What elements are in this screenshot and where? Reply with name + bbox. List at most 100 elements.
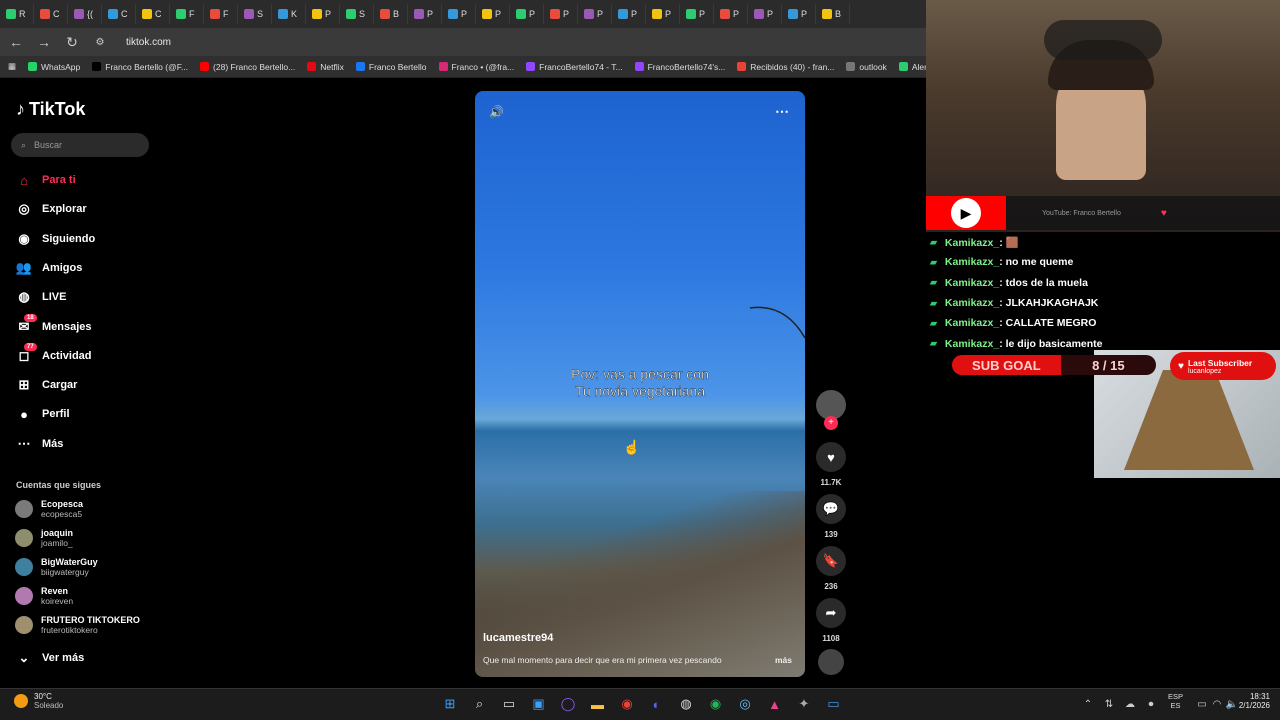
browser-tab[interactable]: C <box>34 4 68 24</box>
following-item[interactable]: FRUTERO TIKTOKERO fruterotiktokero <box>15 615 140 635</box>
bookmark-item[interactable]: Aler <box>898 62 926 72</box>
browser-tab[interactable]: P <box>544 4 578 24</box>
music-disc-icon[interactable] <box>818 649 844 675</box>
bookmark-item[interactable]: Netflix <box>307 62 344 72</box>
volume-icon[interactable]: 🔊 <box>489 105 504 119</box>
browser-tab[interactable]: P <box>408 4 442 24</box>
language-indicator[interactable]: ESP ES <box>1168 692 1183 710</box>
see-more-button[interactable]: ⌄ Ver más <box>16 650 85 666</box>
github-icon[interactable]: ◍ <box>676 694 696 714</box>
sidebar-item-live[interactable]: ◍ LIVE <box>16 289 66 305</box>
bookmark-favicon-icon <box>438 62 448 71</box>
author-avatar[interactable]: + <box>816 390 846 430</box>
store-icon[interactable]: ▣ <box>529 694 549 714</box>
bookmark-item[interactable]: Recibidos (40) - fran... <box>737 62 834 72</box>
browser-tab[interactable]: C <box>102 4 136 24</box>
mic-icon[interactable]: ⏺ <box>1141 694 1161 714</box>
reload-icon[interactable]: ↻ <box>64 34 80 51</box>
share-icon[interactable]: ➦ <box>816 598 846 628</box>
music-disc[interactable] <box>816 649 846 675</box>
address-bar[interactable]: tiktok.com <box>126 37 171 48</box>
notification-badge: 18 <box>24 313 37 322</box>
following-item[interactable]: Reven koireven <box>15 586 73 606</box>
following-item[interactable]: joaquin joamilo_ <box>15 528 73 548</box>
bookmark-icon[interactable]: 🔖 <box>816 546 846 576</box>
browser-tab[interactable]: K <box>272 4 306 24</box>
following-item[interactable]: Ecopesca ecopesca5 <box>15 499 83 519</box>
description-more-link[interactable]: más <box>775 655 792 665</box>
browser-tab[interactable]: R <box>0 4 34 24</box>
browser-tab[interactable]: {( <box>68 4 102 24</box>
app-icon[interactable]: ◯ <box>558 694 578 714</box>
sidebar-item-actividad[interactable]: ◻ 77 Actividad <box>16 342 92 364</box>
browser-tab[interactable]: B <box>816 4 850 24</box>
bookmark-item[interactable]: Franco Bertello <box>355 62 427 72</box>
tab-favicon-icon <box>142 9 152 19</box>
task-view-icon[interactable]: ▭ <box>499 694 519 714</box>
video-player[interactable]: 🔊 ⋯ Pov: vas a pescar con Tu novia veget… <box>475 91 805 677</box>
comment-icon[interactable]: 💬 <box>816 494 846 524</box>
bookmark-item[interactable]: FrancoBertello74's... <box>634 62 725 72</box>
app3-icon[interactable]: ✦ <box>794 694 814 714</box>
folder-icon[interactable]: ▬ <box>588 694 608 714</box>
browser-tab[interactable]: S <box>340 4 374 24</box>
heart-icon: ♥ <box>1178 360 1184 372</box>
browser-tab[interactable]: S <box>238 4 272 24</box>
discord-icon[interactable]: ◐ <box>647 694 667 714</box>
follow-plus-icon[interactable]: + <box>824 416 838 430</box>
weather-widget[interactable]: 30°C Soleado <box>14 692 63 710</box>
bookmark-favicon-icon <box>307 62 317 71</box>
search-icon[interactable]: ⌕ <box>470 694 490 714</box>
browser-tab[interactable]: P <box>612 4 646 24</box>
network-icon[interactable]: ⇅ <box>1099 694 1119 714</box>
chevron-up-icon[interactable]: ⌃ <box>1078 694 1098 714</box>
bookmark-item[interactable]: Franco • (@fra... <box>438 62 514 72</box>
app4-icon[interactable]: ▭ <box>824 694 844 714</box>
sidebar-item-amigos[interactable]: 👥 Amigos <box>16 260 82 276</box>
bookmark-item[interactable]: outlook <box>846 62 887 72</box>
browser-tab[interactable]: C <box>136 4 170 24</box>
site-info-icon[interactable]: ⚙ <box>92 37 108 48</box>
browser-tab[interactable]: P <box>442 4 476 24</box>
video-username[interactable]: lucamestre94 <box>483 632 553 644</box>
spotify-icon[interactable]: ◉ <box>706 694 726 714</box>
chrome-icon[interactable]: ◉ <box>617 694 637 714</box>
apps-icon[interactable]: ▦ <box>8 61 16 72</box>
search-input[interactable]: ⌕ Buscar <box>11 133 149 157</box>
following-item[interactable]: BigWaterGuy biigwaterguy <box>15 557 98 577</box>
sidebar-item-más[interactable]: ⋯ Más <box>16 436 64 452</box>
steam-icon[interactable]: ◎ <box>735 694 755 714</box>
browser-tab[interactable]: P <box>306 4 340 24</box>
app2-icon[interactable]: ▲ <box>765 694 785 714</box>
bookmark-item[interactable]: (28) Franco Bertello... <box>200 62 295 72</box>
bookmark-item[interactable]: Franco Bertello (@F... <box>92 62 188 72</box>
browser-tab[interactable]: B <box>374 4 408 24</box>
sidebar-item-explorar[interactable]: ◎ Explorar <box>16 201 86 217</box>
sidebar-item-siguiendo[interactable]: ◉ Siguiendo <box>16 231 95 247</box>
windows-icon[interactable]: ⊞ <box>440 694 460 714</box>
browser-tab[interactable]: P <box>646 4 680 24</box>
cloud-icon[interactable]: ☁ <box>1120 694 1140 714</box>
bookmark-item[interactable]: WhatsApp <box>28 62 80 72</box>
browser-tab[interactable]: P <box>476 4 510 24</box>
browser-tab[interactable]: P <box>510 4 544 24</box>
bookmark-item[interactable]: FrancoBertello74 - T... <box>526 62 623 72</box>
sidebar-item-para-ti[interactable]: ⌂ Para ti <box>16 172 76 188</box>
browser-tab[interactable]: F <box>204 4 238 24</box>
sidebar-item-cargar[interactable]: ⊞ Cargar <box>16 377 78 393</box>
heart-icon[interactable]: ♥ <box>816 442 846 472</box>
browser-tab[interactable]: P <box>714 4 748 24</box>
browser-tab[interactable]: P <box>748 4 782 24</box>
browser-tab[interactable]: P <box>578 4 612 24</box>
tiktok-logo[interactable]: ♪ TikTok <box>16 99 85 120</box>
browser-tab[interactable]: P <box>680 4 714 24</box>
sidebar-item-mensajes[interactable]: ✉ 18 Mensajes <box>16 313 92 335</box>
video-caption: Pov: vas a pescar con Tu novia vegetaria… <box>571 366 709 399</box>
more-options-icon[interactable]: ⋯ <box>775 103 789 120</box>
forward-icon[interactable]: → <box>36 34 52 50</box>
clock[interactable]: 18:31 2/1/2026 <box>1230 692 1270 710</box>
sidebar-item-perfil[interactable]: ● Perfil <box>16 406 69 422</box>
browser-tab[interactable]: P <box>782 4 816 24</box>
browser-tab[interactable]: F <box>170 4 204 24</box>
back-icon[interactable]: ← <box>8 34 24 50</box>
